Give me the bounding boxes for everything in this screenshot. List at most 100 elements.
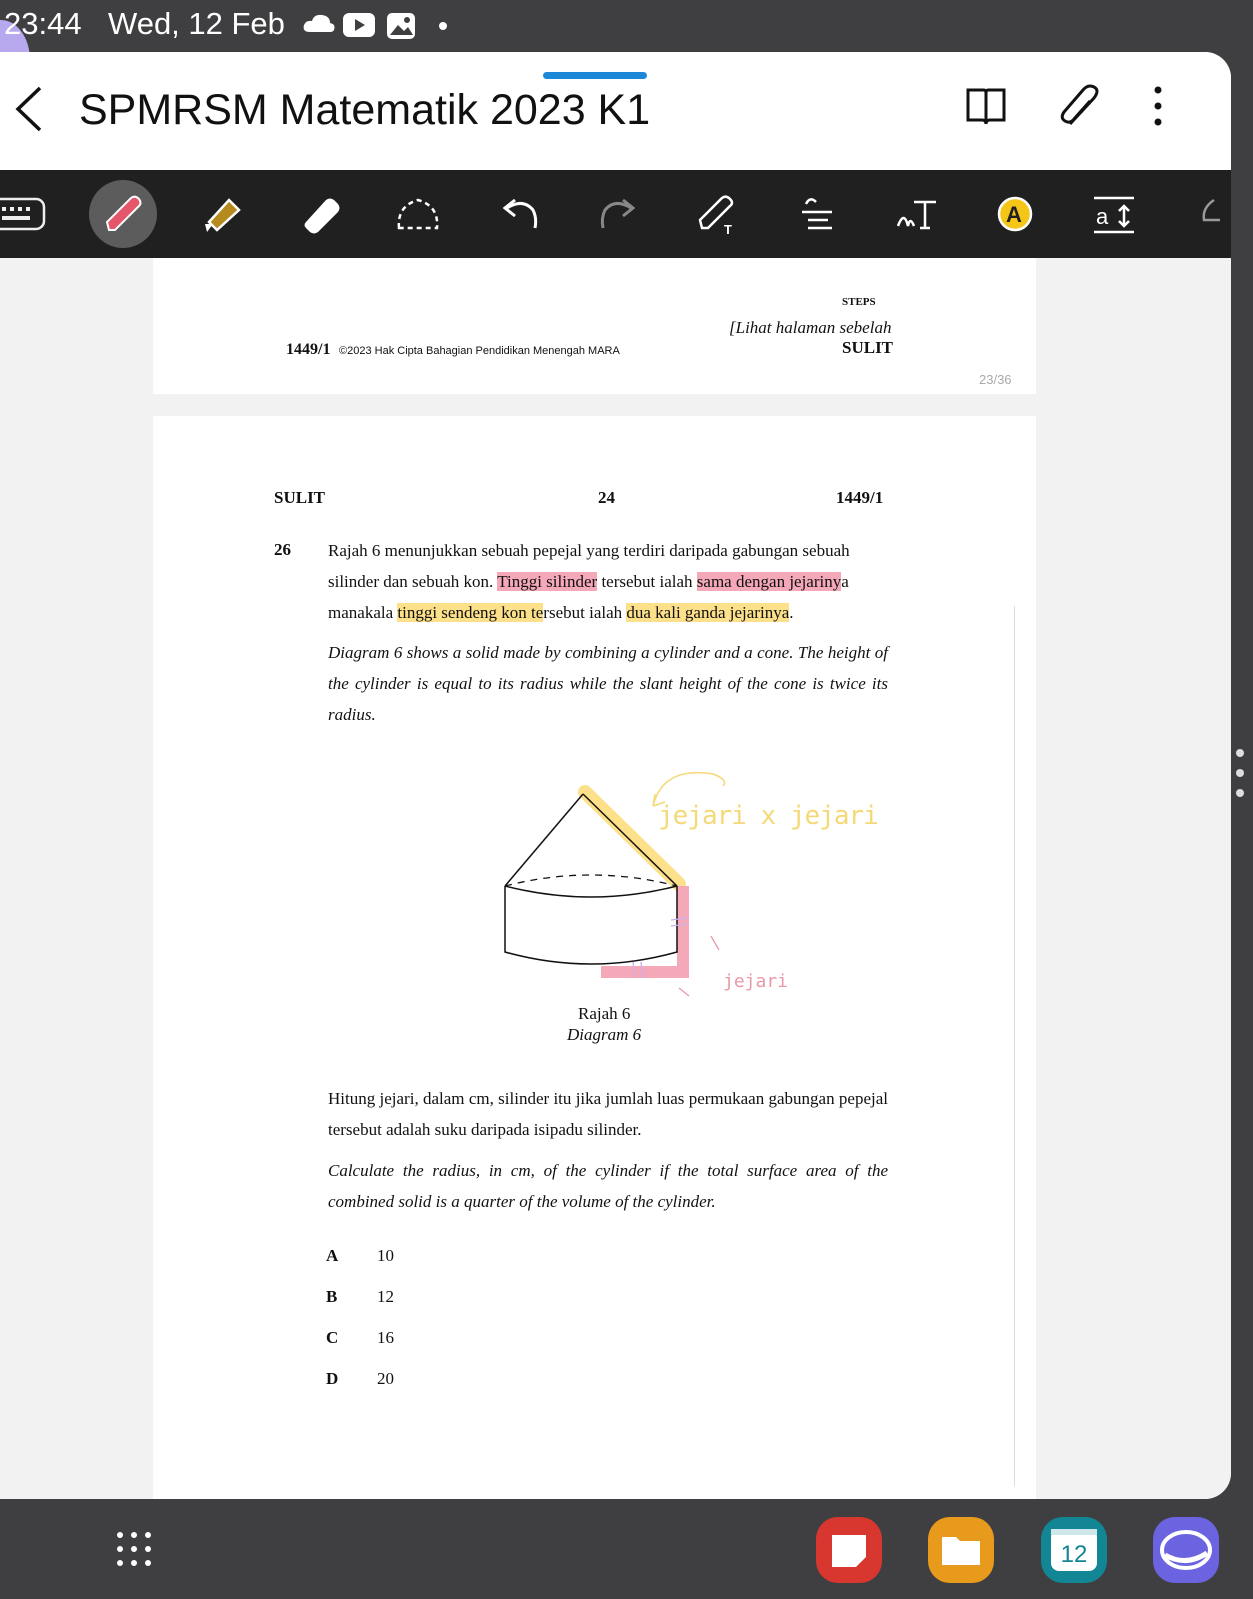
handwriting-text-tool[interactable]	[885, 182, 949, 246]
cloud-icon	[303, 14, 335, 32]
notes-app-icon[interactable]	[816, 1517, 882, 1583]
internet-app-icon[interactable]	[1153, 1517, 1219, 1583]
option-value: 20	[377, 1369, 394, 1388]
shape-tool-icon	[1202, 198, 1220, 222]
malay-line-3c: rsebut ialah	[543, 603, 623, 622]
handwriting-jejari-x-jejari: jejari x jejari	[658, 801, 879, 831]
redo-icon	[600, 198, 636, 229]
lihat-halaman: [Lihat halaman sebelah	[729, 318, 892, 337]
header-sulit: SULIT	[274, 488, 326, 507]
malay-line-1: Rajah 6 menunjukkan sebuah pepejal yang …	[328, 541, 850, 560]
page-indicator: 23/36	[979, 372, 1012, 387]
highlight-dua-kali: dua kali ganda jejarinya	[626, 603, 790, 622]
gallery-icon	[387, 13, 415, 39]
malay-line-2e: a	[841, 572, 849, 591]
copyright-note: ©2023 Hak Cipta Bahagian Pendidikan Mene…	[339, 345, 620, 357]
pen-tool[interactable]	[89, 180, 157, 248]
handwriting-jejari: jejari	[723, 971, 789, 992]
edge-panel-handle-icon[interactable]	[1233, 745, 1247, 805]
question-instruction-english: Calculate the radius, in cm, of the cyli…	[328, 1161, 888, 1211]
option-letter: C	[326, 1328, 339, 1347]
page-23: STEPS [Lihat halaman sebelah 1449/1 ©202…	[153, 258, 1036, 394]
diagram-caption-malay: Rajah 6	[578, 1004, 631, 1023]
option-letter: A	[326, 1246, 339, 1265]
more-options-icon[interactable]	[1148, 84, 1168, 128]
option-letter: B	[326, 1287, 338, 1306]
files-app-icon[interactable]	[928, 1517, 994, 1583]
youtube-icon	[343, 13, 375, 37]
scroll-guide-line	[1014, 606, 1015, 1486]
malay-line-2a: silinder dan sebuah kon.	[328, 572, 494, 591]
diagram-cone-cylinder	[504, 771, 726, 997]
highlight-tinggi-sendeng: tinggi sendeng kon te	[397, 603, 544, 622]
notes-app-window: SPMRSM Matematik 2023 K1 T A a STEPS [Li…	[0, 52, 1231, 1499]
lasso-tool[interactable]	[386, 182, 450, 246]
option-value: 12	[377, 1287, 394, 1306]
app-drawer-icon[interactable]	[114, 1529, 154, 1569]
undo-icon	[502, 198, 538, 229]
option-letter: D	[326, 1369, 339, 1388]
header-paper-code: 1449/1	[836, 488, 884, 507]
document-title: SPMRSM Matematik 2023 K1	[79, 86, 651, 134]
undo-tool[interactable]	[487, 182, 551, 246]
question-instruction-malay: Hitung jejari, dalam cm, silinder itu ji…	[328, 1089, 888, 1139]
diagram-caption-english: Diagram 6	[567, 1025, 642, 1044]
text-box-tool[interactable]: a	[1082, 182, 1146, 246]
pen-toolbar: T A a	[0, 170, 1231, 258]
sulit-footer: SULIT	[842, 338, 894, 357]
document-canvas[interactable]: STEPS [Lihat halaman sebelah 1449/1 ©202…	[0, 258, 1231, 1499]
calendar-day: 12	[1060, 1541, 1088, 1568]
highlighter-tool[interactable]	[189, 182, 253, 246]
redo-tool[interactable]	[587, 182, 651, 246]
pen-settings-icon: T	[698, 195, 734, 237]
text-box-icon: a	[1094, 196, 1134, 234]
notification-dot-icon	[439, 22, 447, 30]
malay-line-3a: manakala	[328, 603, 394, 622]
highlighter-icon	[205, 198, 241, 232]
hidden-top-edge	[504, 874, 678, 887]
keyboard-tool[interactable]	[0, 182, 60, 246]
steps-label: STEPS	[842, 296, 876, 308]
keyboard-icon	[0, 197, 46, 231]
paper-code: 1449/1	[286, 341, 331, 358]
text-style-tool[interactable]: A	[983, 182, 1047, 246]
malay-line-2c: tersebut ialah	[601, 572, 693, 591]
taskbar: 12	[0, 1499, 1253, 1599]
eraser-tool[interactable]	[288, 182, 352, 246]
option-value: 16	[377, 1328, 394, 1347]
text-style-icon: A	[997, 196, 1033, 232]
eraser-icon	[304, 198, 340, 234]
browser-icon	[1160, 1530, 1212, 1570]
attachment-icon[interactable]	[1058, 84, 1102, 128]
more-tools[interactable]	[1180, 182, 1231, 246]
status-bar: 23:44 Wed, 12 Feb	[0, 0, 1253, 100]
pen-icon	[105, 195, 142, 231]
text-align-tool[interactable]	[786, 182, 850, 246]
cone-left-edge	[504, 793, 584, 887]
window-drag-handle[interactable]	[543, 72, 647, 79]
status-date: Wed, 12 Feb	[108, 6, 285, 41]
svg-text:a: a	[1096, 204, 1109, 229]
handwriting-to-text-icon	[896, 200, 936, 230]
status-time: 23:44	[4, 6, 82, 41]
svg-text:T: T	[724, 222, 732, 237]
question-text-english: Diagram 6 shows a solid made by combinin…	[328, 643, 888, 724]
page-24: SULIT 24 1449/1 26 Rajah 6 menunjukkan s…	[153, 416, 1036, 1499]
back-arrow-icon[interactable]	[10, 84, 50, 134]
text-convert-icon	[802, 198, 832, 230]
highlight-sama-jejari: sama dengan jejariny	[696, 572, 842, 591]
calendar-app-icon[interactable]: 12	[1041, 1517, 1107, 1583]
folder-icon	[942, 1537, 980, 1565]
app-header: SPMRSM Matematik 2023 K1	[0, 52, 1231, 170]
book-view-icon[interactable]	[964, 84, 1008, 128]
lasso-icon	[397, 198, 439, 230]
pen-settings-tool[interactable]: T	[686, 182, 750, 246]
question-text-malay: Rajah 6 menunjukkan sebuah pepejal yang …	[328, 535, 888, 628]
question-number: 26	[274, 540, 291, 559]
highlight-tinggi-silinder: Tinggi silinder	[497, 572, 598, 591]
option-value: 10	[377, 1246, 394, 1265]
malay-line-3e: .	[789, 603, 794, 622]
svg-text:A: A	[1006, 202, 1022, 227]
notes-icon	[832, 1535, 866, 1567]
header-page-number: 24	[598, 488, 615, 507]
